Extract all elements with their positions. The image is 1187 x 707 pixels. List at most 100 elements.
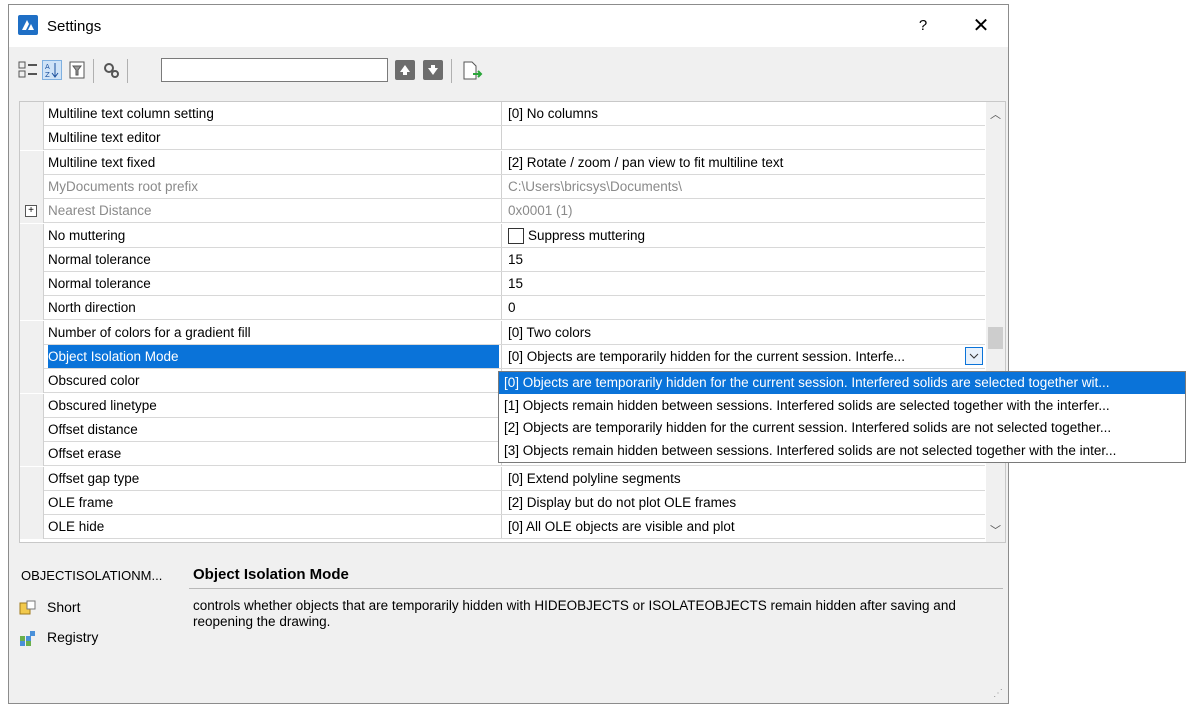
scrollbar-thumb[interactable]	[988, 327, 1003, 349]
setting-name: OLE hide	[48, 519, 105, 535]
row-gutter	[20, 223, 44, 248]
row-gutter	[20, 515, 44, 540]
expand-icon[interactable]: +	[25, 205, 37, 218]
table-row[interactable]: Multiline text editor	[20, 126, 985, 151]
table-row[interactable]: Multiline text fixed [2] Rotate / zoom / …	[20, 150, 985, 175]
setting-value[interactable]: [2] Display but do not plot OLE frames	[501, 490, 985, 514]
help-button[interactable]: ?	[909, 13, 937, 39]
short-name-item[interactable]: Short	[19, 599, 80, 616]
setting-value-text: [0] No columns	[508, 106, 599, 121]
table-row[interactable]: Normal tolerance 15	[20, 272, 985, 297]
row-gutter	[20, 150, 44, 175]
setting-name: Offset distance	[48, 421, 138, 437]
variable-name: OBJECTISOLATIONM...	[21, 568, 163, 583]
dropdown-option[interactable]: [0] Objects are temporarily hidden for t…	[499, 372, 1185, 394]
setting-name: Multiline text editor	[48, 130, 161, 146]
toolbar-separator	[127, 59, 128, 83]
alphabetic-view-icon[interactable]: AZ	[42, 60, 62, 80]
table-row[interactable]: No muttering Suppress muttering	[20, 223, 985, 248]
move-down-icon[interactable]	[423, 60, 443, 80]
setting-name: Normal tolerance	[48, 251, 151, 267]
row-gutter	[20, 393, 44, 418]
setting-name: Normal tolerance	[48, 276, 151, 292]
settings-icon[interactable]	[101, 60, 121, 80]
setting-value[interactable]: 0	[501, 296, 985, 320]
setting-value[interactable]: 0x0001 (1)	[501, 199, 985, 223]
checkbox-label: Suppress muttering	[528, 227, 646, 243]
table-row[interactable]: Object Isolation Mode [0] Objects are tem…	[20, 345, 985, 369]
export-icon[interactable]	[461, 60, 483, 80]
setting-name: No muttering	[48, 227, 126, 243]
dropdown-option[interactable]: [1] Objects remain hidden between sessio…	[499, 395, 1185, 417]
move-up-icon[interactable]	[395, 60, 415, 80]
setting-value-text: [0] Objects are temporarily hidden for t…	[508, 349, 905, 364]
setting-value[interactable]: [0] All OLE objects are visible and plot	[501, 515, 985, 539]
resize-grip[interactable]: ⋰	[993, 688, 1004, 699]
registry-item[interactable]: Registry	[19, 629, 99, 647]
setting-value[interactable]: [0] Two colors	[501, 320, 985, 344]
setting-name: Obscured linetype	[48, 397, 157, 413]
row-gutter	[20, 320, 44, 345]
scroll-down-icon[interactable]: ﹀	[990, 522, 1001, 538]
table-row[interactable]: OLE frame [2] Display but do not plot OLE…	[20, 490, 985, 515]
close-button[interactable]: ✕	[967, 13, 995, 39]
svg-text:Z: Z	[45, 71, 50, 79]
description-title: Object Isolation Mode	[193, 566, 349, 583]
short-name-icon	[19, 600, 37, 616]
setting-value[interactable]: Suppress muttering	[501, 223, 985, 247]
toolbar: AZ	[9, 49, 1008, 93]
settings-grid: Multiline text column setting [0] No colu…	[19, 101, 1006, 543]
setting-name: MyDocuments root prefix	[48, 178, 199, 194]
setting-name: North direction	[48, 300, 136, 316]
svg-text:A: A	[45, 63, 50, 71]
table-row[interactable]: Number of colors for a gradient fill [0] …	[20, 320, 985, 345]
description-divider	[189, 588, 1003, 589]
vertical-scrollbar[interactable]: ︿ ﹀	[986, 102, 1005, 542]
setting-value[interactable]: C:\Users\bricsys\Documents\	[501, 174, 985, 198]
setting-name: Offset gap type	[48, 470, 140, 486]
object-isolation-dropdown[interactable]: [0] Objects are temporarily hidden for t…	[498, 371, 1186, 463]
setting-value-text: [2] Display but do not plot OLE frames	[508, 494, 737, 510]
setting-name: Multiline text fixed	[48, 154, 156, 170]
setting-value[interactable]: [0] Extend polyline segments	[501, 466, 985, 490]
setting-value-text: 15	[508, 251, 524, 267]
categorized-view-icon[interactable]	[18, 60, 38, 80]
table-row[interactable]: + Nearest Distance 0x0001 (1)	[20, 199, 985, 224]
scroll-up-icon[interactable]: ︿	[990, 106, 1001, 122]
setting-value-text: 0	[508, 300, 516, 316]
setting-value[interactable]: 15	[501, 272, 985, 296]
row-gutter	[20, 345, 44, 369]
table-row[interactable]: Offset gap type [0] Extend polyline segme…	[20, 466, 985, 491]
table-row[interactable]: MyDocuments root prefix C:\Users\bricsys\…	[20, 174, 985, 199]
setting-name: Offset erase	[48, 446, 122, 462]
setting-name: OLE frame	[48, 494, 114, 510]
setting-value-text: C:\Users\bricsys\Documents\	[508, 178, 683, 194]
dropdown-option[interactable]: [3] Objects remain hidden between sessio…	[499, 440, 1185, 462]
row-gutter	[20, 247, 44, 272]
registry-label: Registry	[47, 629, 99, 645]
table-row[interactable]: OLE hide [0] All OLE objects are visible …	[20, 515, 985, 540]
row-gutter	[20, 466, 44, 491]
setting-value[interactable]: [2] Rotate / zoom / pan view to fit mult…	[501, 150, 985, 174]
row-gutter	[20, 126, 44, 151]
setting-value-text: 0x0001 (1)	[508, 203, 573, 219]
setting-value[interactable]: [0] No columns	[501, 102, 985, 125]
setting-value-text: [0] Two colors	[508, 324, 592, 340]
dropdown-option[interactable]: [2] Objects are temporarily hidden for t…	[499, 417, 1185, 439]
setting-value[interactable]: [0] Objects are temporarily hidden for t…	[501, 345, 985, 368]
window-title: Settings	[47, 18, 102, 35]
table-row[interactable]: Multiline text column setting [0] No colu…	[20, 102, 985, 126]
short-name-label: Short	[47, 599, 81, 615]
checkbox[interactable]	[508, 227, 524, 244]
search-input[interactable]	[161, 58, 388, 82]
setting-value[interactable]	[501, 126, 985, 150]
setting-value[interactable]: 15	[501, 247, 985, 271]
setting-name: Obscured color	[48, 373, 140, 389]
table-row[interactable]: Normal tolerance 15	[20, 247, 985, 272]
toolbar-separator	[451, 59, 452, 83]
table-row[interactable]: North direction 0	[20, 296, 985, 321]
filter-icon[interactable]	[67, 60, 87, 80]
chevron-down-icon[interactable]	[965, 347, 983, 365]
toolbar-separator	[93, 59, 94, 83]
row-gutter	[20, 417, 44, 442]
